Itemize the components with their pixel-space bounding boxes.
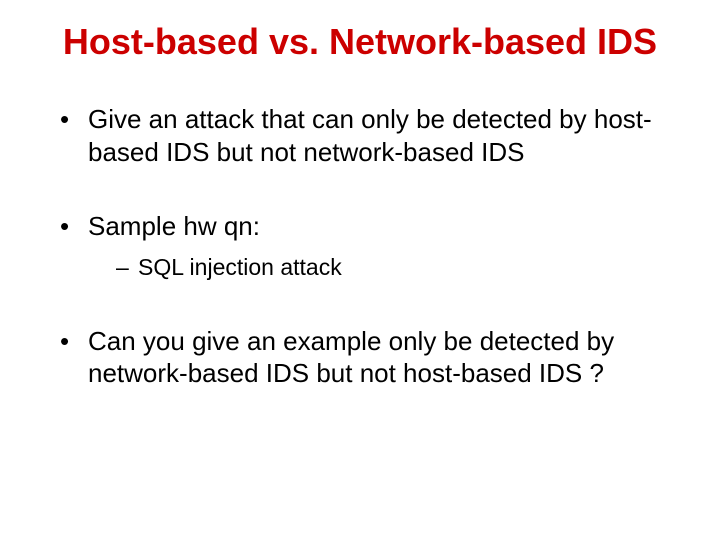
sub-bullet-text: SQL injection attack (138, 254, 342, 280)
bullet-item: Can you give an example only be detected… (60, 325, 680, 390)
sub-bullet-list: SQL injection attack (116, 253, 680, 283)
slide: Host-based vs. Network-based IDS Give an… (0, 0, 720, 540)
bullet-item: Give an attack that can only be detected… (60, 103, 680, 168)
sub-bullet-item: SQL injection attack (116, 253, 680, 283)
bullet-text: Sample hw qn: (88, 211, 260, 241)
bullet-list: Give an attack that can only be detected… (60, 103, 680, 389)
bullet-item: Sample hw qn: SQL injection attack (60, 210, 680, 282)
slide-title: Host-based vs. Network-based IDS (30, 20, 690, 63)
bullet-text: Give an attack that can only be detected… (88, 104, 652, 167)
bullet-text: Can you give an example only be detected… (88, 326, 614, 389)
